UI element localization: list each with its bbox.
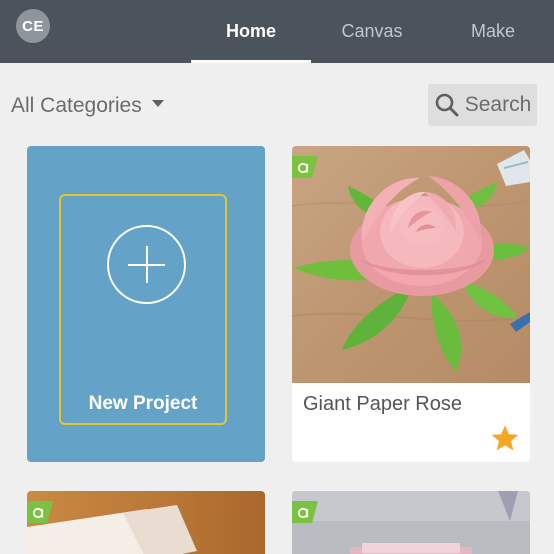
access-badge-icon — [292, 156, 318, 178]
new-project-frame: New Project — [59, 194, 227, 425]
favorite-star-icon[interactable] — [490, 424, 520, 453]
project-thumbnail-partial-right — [292, 491, 530, 554]
access-badge-icon — [27, 501, 53, 523]
project-card-partial-right[interactable] — [292, 491, 530, 554]
project-card-partial-left[interactable] — [27, 491, 265, 554]
user-avatar[interactable]: CE — [16, 9, 50, 43]
search-button[interactable]: Search — [428, 84, 537, 126]
tab-home[interactable]: Home — [191, 0, 311, 63]
caret-down-icon — [151, 99, 164, 107]
top-navigation-bar: CE Home Canvas Make — [0, 0, 554, 63]
tab-make[interactable]: Make — [433, 0, 553, 63]
new-project-card[interactable]: New Project — [27, 146, 265, 462]
project-title: Giant Paper Rose — [303, 393, 462, 415]
access-badge-icon — [292, 501, 318, 523]
category-dropdown-label: All Categories — [11, 94, 142, 117]
add-circle-icon — [107, 225, 186, 304]
active-tab-indicator — [191, 60, 311, 63]
search-button-label: Search — [464, 93, 532, 116]
tab-canvas[interactable]: Canvas — [312, 0, 432, 63]
search-icon — [435, 93, 459, 117]
project-thumbnail-paper-rose — [292, 146, 530, 383]
project-thumbnail-partial-left — [27, 491, 265, 554]
new-project-label: New Project — [88, 393, 198, 414]
project-card-giant-paper-rose[interactable]: Giant Paper Rose — [292, 146, 530, 462]
category-dropdown[interactable]: All Categories — [11, 90, 164, 122]
